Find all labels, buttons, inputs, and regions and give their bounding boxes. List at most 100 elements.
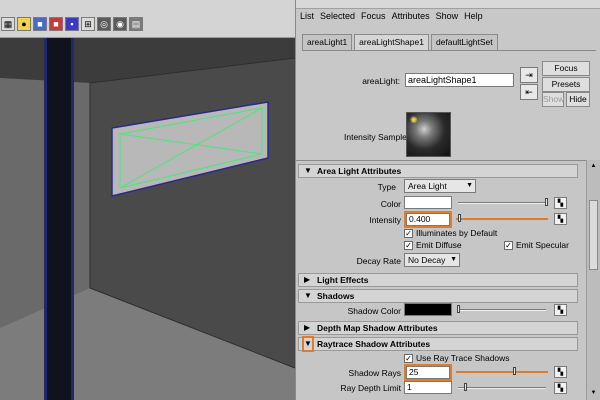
menu-help[interactable]: Help <box>464 11 483 25</box>
copy-tab-icon[interactable]: ⇤ <box>520 84 538 100</box>
shadow-rays-map-button[interactable]: ▚ <box>554 366 567 378</box>
color-slider[interactable] <box>458 202 546 204</box>
load-attributes-icon[interactable]: ⇥ <box>520 67 538 83</box>
tab-arealight1[interactable]: areaLight1 <box>302 34 353 50</box>
checkbox-box: ✓ <box>404 353 413 363</box>
resolution-gate-icon[interactable]: ▤ <box>129 17 143 31</box>
ray-depth-slider[interactable] <box>458 387 546 389</box>
frame-shadows[interactable]: ▼ Shadows <box>298 289 578 303</box>
decay-label: Decay Rate <box>356 256 401 266</box>
shadow-color-slider-knob[interactable] <box>457 305 460 313</box>
color-swatch[interactable] <box>404 196 452 209</box>
scene-drawing <box>0 38 295 400</box>
expand-arrow-icon: ▼ <box>304 166 312 175</box>
expand-arrow-icon: ▼ <box>302 336 314 352</box>
node-name-label: areaLight: <box>362 76 400 86</box>
viewport-panel[interactable]: ▦ ● ■ ■ ▪ ⊞ ◎ ◉ ▤ <box>0 0 295 400</box>
collapse-arrow-icon: ▶ <box>304 275 311 284</box>
frame-title: Raytrace Shadow Attributes <box>317 339 431 349</box>
node-name-field[interactable]: areaLightShape1 <box>405 73 514 87</box>
tab-underline <box>302 50 596 51</box>
shaded-icon[interactable]: ■ <box>49 17 63 31</box>
wireframe-icon[interactable]: ▪ <box>65 17 79 31</box>
ray-depth-slider-knob[interactable] <box>464 383 467 391</box>
menu-list[interactable]: List <box>300 11 314 25</box>
decay-value: No Decay <box>408 255 446 265</box>
frame-title: Depth Map Shadow Attributes <box>317 323 438 333</box>
attribute-pane: ▼ Area Light Attributes Type Area Light … <box>296 160 600 400</box>
type-dropdown[interactable]: Area Light ▼ <box>404 179 476 193</box>
editor-menubar: List Selected Focus Attributes Show Help <box>296 11 483 25</box>
frame-raytrace-shadow[interactable]: ▼ Raytrace Shadow Attributes <box>298 336 578 352</box>
textured-icon[interactable]: ■ <box>33 17 47 31</box>
use-ray-trace-label: Use Ray Trace Shadows <box>416 353 510 363</box>
frame-depth-map-shadow[interactable]: ▶ Depth Map Shadow Attributes <box>298 321 578 335</box>
attribute-scrollbar[interactable]: ▲ ▼ <box>586 160 600 400</box>
illuminates-checkbox[interactable]: ✓ Illuminates by Default <box>404 228 497 238</box>
collapse-arrow-icon: ▶ <box>304 323 311 332</box>
menu-selected[interactable]: Selected <box>320 11 355 25</box>
grid-icon[interactable]: ⊞ <box>81 17 95 31</box>
frame-area-light-attributes[interactable]: ▼ Area Light Attributes <box>298 164 578 178</box>
node-tabs: areaLight1 areaLightShape1 defaultLightS… <box>302 34 498 51</box>
presets-button[interactable]: Presets <box>542 77 590 92</box>
shadow-color-map-button[interactable]: ▚ <box>554 304 567 316</box>
menu-show[interactable]: Show <box>436 11 459 25</box>
shadow-color-swatch[interactable] <box>404 303 452 316</box>
ray-depth-map-button[interactable]: ▚ <box>554 382 567 394</box>
checkbox-box: ✓ <box>404 240 413 250</box>
viewport-scene[interactable] <box>0 38 295 400</box>
color-map-button[interactable]: ▚ <box>554 197 567 209</box>
frame-title: Light Effects <box>317 275 369 285</box>
show-button[interactable]: Show <box>542 92 564 107</box>
intensity-field[interactable]: 0.400 <box>404 211 452 228</box>
illuminates-label: Illuminates by Default <box>416 228 498 238</box>
lighting-icon[interactable]: ▦ <box>1 17 15 31</box>
intensity-map-button[interactable]: ▚ <box>554 213 567 225</box>
intensity-label: Intensity <box>369 215 401 225</box>
shadow-rays-label: Shadow Rays <box>348 368 401 378</box>
emit-diffuse-checkbox[interactable]: ✓ Emit Diffuse <box>404 240 462 250</box>
hide-button[interactable]: Hide <box>566 92 590 107</box>
frame-light-effects[interactable]: ▶ Light Effects <box>298 273 578 287</box>
menu-attributes[interactable]: Attributes <box>392 11 430 25</box>
xray-icon[interactable]: ◎ <box>97 17 111 31</box>
dropdown-caret-icon: ▼ <box>450 256 457 263</box>
color-slider-knob[interactable] <box>545 198 548 206</box>
bulb-icon: ✺ <box>410 115 418 125</box>
intensity-slider-knob[interactable] <box>458 214 461 222</box>
editor-title-strip <box>296 0 600 9</box>
scroll-up-icon[interactable]: ▲ <box>589 162 598 171</box>
attribute-editor: List Selected Focus Attributes Show Help… <box>295 0 600 400</box>
ray-depth-field[interactable]: 1 <box>404 381 452 394</box>
intensity-sample-swatch: ✺ <box>406 112 451 157</box>
intensity-sample-label: Intensity Sample <box>344 132 407 142</box>
emit-specular-checkbox[interactable]: ✓ Emit Specular <box>504 240 569 250</box>
use-ray-trace-checkbox[interactable]: ✓ Use Ray Trace Shadows <box>404 353 510 363</box>
viewport-toolbar: ▦ ● ■ ■ ▪ ⊞ ◎ ◉ ▤ <box>0 0 295 38</box>
shadow-color-label: Shadow Color <box>347 306 401 316</box>
column <box>44 38 74 400</box>
menu-focus[interactable]: Focus <box>361 11 386 25</box>
ray-depth-label: Ray Depth Limit <box>340 383 401 393</box>
isolate-icon[interactable]: ◉ <box>113 17 127 31</box>
expand-arrow-icon: ▼ <box>304 291 312 300</box>
scroll-down-icon[interactable]: ▼ <box>589 389 598 398</box>
color-label: Color <box>380 199 401 209</box>
frame-title: Shadows <box>317 291 355 301</box>
tab-defaultlightset[interactable]: defaultLightSet <box>430 34 498 50</box>
tab-arealightshape1[interactable]: areaLightShape1 <box>354 34 429 51</box>
dropdown-caret-icon: ▼ <box>466 182 473 189</box>
shadow-rays-highlight <box>456 371 548 373</box>
decay-dropdown[interactable]: No Decay ▼ <box>404 253 460 267</box>
bulb-icon[interactable]: ● <box>17 17 31 31</box>
scroll-thumb[interactable] <box>589 200 598 270</box>
shadow-color-slider[interactable] <box>458 309 546 311</box>
checkbox-box: ✓ <box>504 240 513 250</box>
emit-diffuse-label: Emit Diffuse <box>416 240 462 250</box>
frame-title: Area Light Attributes <box>317 166 402 176</box>
shadow-rays-field[interactable]: 25 <box>404 364 452 381</box>
shadow-rays-slider-knob[interactable] <box>513 367 516 375</box>
focus-button[interactable]: Focus <box>542 61 590 76</box>
intensity-highlight <box>456 218 548 220</box>
